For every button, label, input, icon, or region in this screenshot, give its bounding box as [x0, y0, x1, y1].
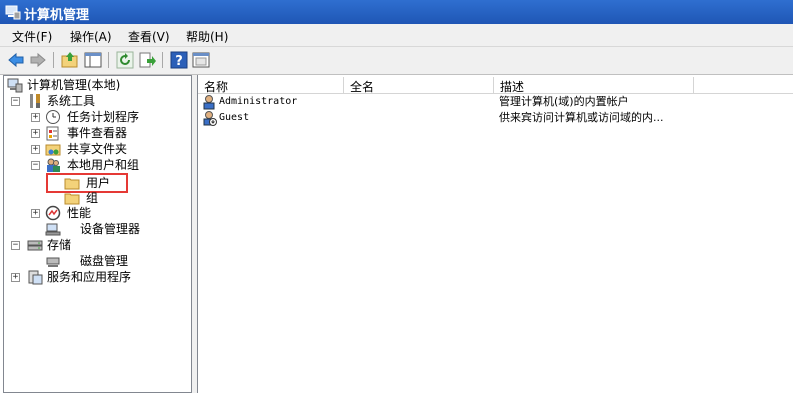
export-list-icon[interactable] [138, 51, 156, 69]
column-header-full-name[interactable]: 全名 [344, 77, 494, 94]
details-pane[interactable] [197, 75, 793, 393]
expand-icon[interactable]: + [11, 273, 20, 282]
tree-label: 系统工具 [47, 94, 96, 108]
computer-management-icon [7, 78, 23, 93]
tree-label: 事件查看器 [67, 126, 128, 140]
toolbar-separator [53, 52, 54, 68]
menu-bar: 文件(F) 操作(A) 查看(V) 帮助(H) [0, 24, 793, 47]
collapse-icon[interactable]: − [31, 161, 40, 170]
computer-management-icon [5, 5, 21, 20]
shared-folder-icon [45, 144, 61, 156]
collapse-icon[interactable]: − [11, 241, 20, 250]
menu-view[interactable]: 查看(V) [128, 28, 170, 45]
toolbar: ? [0, 47, 793, 75]
menu-help[interactable]: 帮助(H) [186, 28, 228, 45]
title-bar: 计算机管理 [0, 0, 793, 24]
tree-label: 性能 [67, 206, 92, 220]
refresh-icon[interactable] [116, 51, 134, 69]
collapse-icon[interactable]: − [11, 97, 20, 106]
show-hide-tree-icon[interactable] [84, 51, 102, 69]
tree-label: 本地用户和组 [67, 158, 140, 172]
menu-file[interactable]: 文件(F) [12, 28, 52, 45]
column-header-description[interactable]: 描述 [494, 77, 694, 94]
expand-icon[interactable]: + [31, 113, 40, 122]
tree-label: 组 [86, 191, 99, 205]
toolbar-separator [162, 52, 163, 68]
tree-label: 设备管理器 [80, 222, 141, 236]
tree-label: 任务计划程序 [67, 110, 140, 124]
help-icon[interactable]: ? [170, 51, 188, 69]
tree-label: 计算机管理(本地) [27, 78, 121, 92]
user-description: 供来宾访问计算机或访问域的内... [499, 111, 664, 124]
user-name: Administrator [219, 96, 298, 107]
expand-icon[interactable]: + [31, 129, 40, 138]
window-title: 计算机管理 [24, 8, 90, 23]
performance-icon [45, 205, 61, 221]
menu-action[interactable]: 操作(A) [70, 28, 112, 45]
column-header-label: 描述 [500, 80, 525, 94]
user-description: 管理计算机(域)的内置帐户 [499, 95, 629, 108]
users-group-icon [47, 158, 60, 172]
clock-icon [46, 110, 60, 124]
back-icon[interactable] [7, 51, 25, 69]
disk-management-icon [46, 257, 60, 267]
user-name: Guest [219, 112, 250, 123]
tree-label: 磁盘管理 [80, 254, 129, 268]
column-header-label: 名称 [204, 80, 229, 94]
forward-icon[interactable] [29, 51, 47, 69]
up-folder-icon[interactable] [61, 51, 79, 69]
storage-icon [27, 240, 43, 251]
column-header-name[interactable]: 名称 [198, 77, 344, 94]
column-header-empty [694, 77, 793, 94]
event-viewer-icon [46, 126, 59, 141]
user-icon [203, 95, 215, 110]
tree-label: 共享文件夹 [67, 142, 128, 156]
system-tools-icon [30, 94, 40, 108]
tree-label: 服务和应用程序 [47, 270, 132, 284]
disabled-user-icon [203, 111, 217, 126]
services-apps-icon [28, 270, 43, 285]
column-header-label: 全名 [350, 80, 375, 94]
folder-icon [64, 193, 80, 205]
expand-icon[interactable]: + [31, 209, 40, 218]
svg-text:?: ? [175, 54, 183, 69]
tree-label: 存储 [47, 238, 72, 252]
expand-icon[interactable]: + [31, 145, 40, 154]
toolbar-separator [108, 52, 109, 68]
device-manager-icon [45, 223, 61, 236]
properties-icon[interactable] [192, 51, 210, 69]
